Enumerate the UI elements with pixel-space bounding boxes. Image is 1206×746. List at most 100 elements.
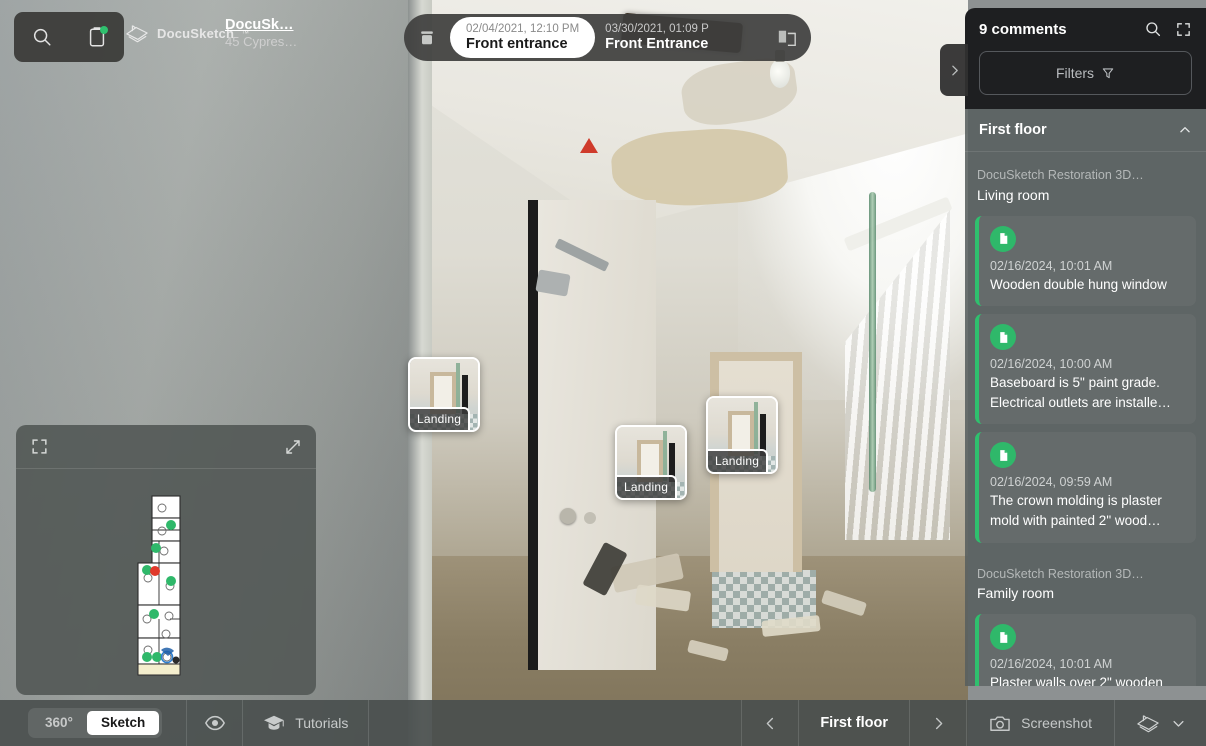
archive-icon (421, 30, 433, 44)
capture-name: Front Entrance (605, 35, 709, 52)
comments-search-button[interactable] (1144, 20, 1162, 38)
clipboard-button[interactable] (87, 26, 108, 48)
current-floor-label: First floor (798, 700, 911, 746)
comment-group-header: DocuSketch Restoration 3D… Living room (975, 152, 1196, 208)
document-icon (999, 631, 1007, 643)
comments-panel: 9 comments Filters First floor DocuSketc… (965, 8, 1206, 708)
next-floor-button[interactable] (910, 700, 966, 746)
mode-360-option[interactable]: 360° (31, 711, 87, 735)
resize-diagonal-icon (286, 439, 300, 454)
comment-text: Baseboard is 5" paint grade. Electrical … (990, 375, 1171, 410)
view-mode-segment: 360° Sketch (0, 700, 188, 746)
comment-card[interactable]: 02/16/2024, 10:01 AM Plaster walls over … (975, 614, 1196, 686)
comment-type-badge (990, 624, 1016, 651)
panel-floor-group-header[interactable]: First floor (965, 109, 1206, 152)
hotspot-landing-1[interactable]: Landing (408, 357, 480, 432)
capture-name: Front entrance (466, 35, 568, 52)
document-icon (999, 233, 1007, 245)
camera-icon (990, 715, 1010, 731)
minimap-header (16, 425, 316, 469)
document-icon (999, 450, 1007, 461)
comment-card[interactable]: 02/16/2024, 09:59 AM The crown molding i… (975, 432, 1196, 543)
expand-icon (1177, 22, 1190, 36)
filters-button[interactable]: Filters (979, 51, 1192, 95)
comment-text: Plaster walls over 2" wooden (990, 675, 1163, 686)
minimap-fullscreen-button[interactable] (30, 437, 49, 456)
search-icon (1146, 22, 1161, 37)
filter-icon (1102, 68, 1114, 79)
hotspot-label: Landing (410, 407, 471, 430)
floorplan-minimap[interactable] (16, 425, 316, 695)
search-icon (33, 28, 51, 46)
clipboard-notification-dot (100, 26, 108, 34)
comment-type-badge (990, 225, 1016, 252)
comment-group-source: DocuSketch Restoration 3D… (977, 566, 1144, 581)
comment-group-room: Family room (977, 585, 1055, 602)
comment-group-room: Living room (977, 186, 1050, 203)
fullscreen-icon (32, 439, 47, 454)
comment-card[interactable]: 02/16/2024, 10:00 AM Baseboard is 5" pai… (975, 314, 1196, 425)
comments-list[interactable]: DocuSketch Restoration 3D… Living room 0… (965, 152, 1206, 686)
compare-images-button[interactable] (763, 28, 811, 48)
hotspot-label: Landing (617, 475, 678, 498)
chevron-right-icon (935, 717, 942, 729)
collapse-comments-panel-button[interactable] (940, 44, 968, 96)
app-root: Landing Landing Landing DocuSketch ™ Doc… (0, 0, 1206, 746)
comment-type-badge (990, 324, 1016, 351)
comment-timestamp: 02/16/2024, 09:59 AM (990, 475, 1113, 490)
docusketch-logo-icon (1137, 715, 1159, 733)
mode-sketch-option[interactable]: Sketch (86, 711, 160, 735)
screenshot-button[interactable]: Screenshot (966, 700, 1114, 746)
chevron-down-icon (1173, 720, 1184, 727)
comments-panel-header: 9 comments Filters (965, 8, 1206, 109)
chevron-left-icon (766, 717, 773, 729)
chevron-up-icon (1180, 127, 1190, 133)
comment-timestamp: 02/16/2024, 10:01 AM (990, 657, 1113, 672)
tutorials-button[interactable]: Tutorials (243, 700, 370, 746)
hotspot-label: Landing (708, 449, 769, 472)
filters-label: Filters (1055, 65, 1095, 81)
door-knob (560, 508, 576, 524)
capture-tab-1[interactable]: 03/30/2021, 01:09 P Front Entrance (595, 17, 725, 58)
minimap-resize-button[interactable] (284, 438, 302, 456)
hotspot-landing-3[interactable]: Landing (706, 396, 778, 474)
minimap-body[interactable] (16, 469, 316, 695)
hotspot-landing-2[interactable]: Landing (615, 425, 687, 500)
chevron-right-icon (951, 65, 958, 75)
comment-text: The crown molding is plaster mold with p… (990, 493, 1162, 528)
search-button[interactable] (31, 26, 53, 48)
bottom-toolbar-right: Screenshot (966, 700, 1206, 746)
docusketch-menu-button[interactable] (1114, 700, 1206, 746)
comment-card[interactable]: 02/16/2024, 10:01 AM Wooden double hung … (975, 215, 1196, 307)
view-mode-toggle: 360° Sketch (28, 708, 163, 738)
project-info: DocuSk… 45 Cypres… (225, 16, 297, 50)
floorplan-svg[interactable] (134, 494, 198, 679)
previous-floor-button[interactable] (742, 700, 798, 746)
project-title[interactable]: DocuSk… (225, 16, 297, 34)
project-address: 45 Cypres… (225, 34, 298, 50)
comment-group-header: DocuSketch Restoration 3D… Family room (975, 551, 1196, 607)
panel-floor-label: First floor (979, 122, 1047, 138)
visibility-toggle-button[interactable] (187, 700, 244, 746)
comment-timestamp: 02/16/2024, 10:01 AM (990, 258, 1113, 273)
capture-date: 02/04/2021, 12:10 PM (466, 22, 580, 35)
document-icon (999, 331, 1007, 343)
red-marker-triangle (580, 138, 598, 153)
capture-date-bar: 02/04/2021, 12:10 PM Front entrance 03/3… (404, 14, 811, 61)
graduation-cap-icon (264, 715, 285, 730)
hanging-light-bulb (770, 50, 790, 88)
comments-expand-button[interactable] (1175, 21, 1192, 38)
capture-tab-0[interactable]: 02/04/2021, 12:10 PM Front entrance (450, 17, 596, 58)
panorama-hallway (432, 0, 968, 746)
top-left-toolbar (14, 12, 124, 62)
tutorials-label: Tutorials (295, 715, 349, 731)
capture-date: 03/30/2021, 01:09 P (605, 22, 709, 35)
comment-text: Wooden double hung window (990, 276, 1167, 292)
comments-count: 9 comments (979, 20, 1067, 38)
eye-icon (204, 715, 225, 731)
comment-timestamp: 02/16/2024, 10:00 AM (990, 357, 1113, 372)
door-latch (584, 512, 596, 524)
archive-button[interactable] (404, 28, 450, 48)
comment-type-badge (990, 442, 1016, 469)
bottom-toolbar-spacer (369, 700, 743, 746)
